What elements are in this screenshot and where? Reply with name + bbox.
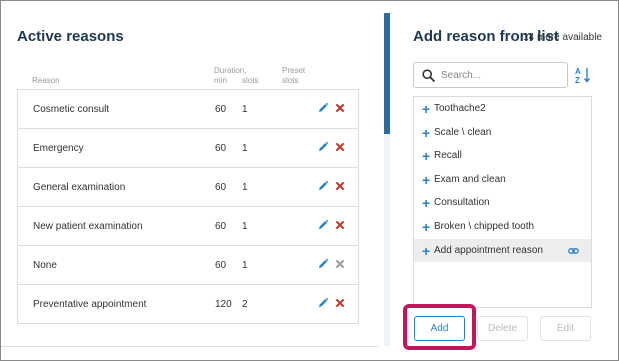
reason-duration-min: 60 bbox=[215, 221, 227, 232]
delete-x-icon[interactable] bbox=[334, 141, 346, 153]
active-reasons-table: Cosmetic consult 60 1 Emergency 60 1 General e… bbox=[17, 89, 359, 324]
pencil-icon[interactable] bbox=[317, 141, 329, 153]
pencil-icon[interactable] bbox=[317, 219, 329, 231]
reason-slots: 1 bbox=[242, 221, 248, 232]
delete-x-icon[interactable] bbox=[334, 258, 346, 270]
delete-x-icon[interactable] bbox=[334, 219, 346, 231]
active-reasons-title: Active reasons bbox=[17, 28, 124, 45]
delete-button[interactable]: Delete bbox=[477, 316, 528, 341]
reason-slots: 1 bbox=[242, 104, 248, 115]
plus-icon[interactable]: + bbox=[422, 196, 430, 210]
list-item[interactable]: + Toothache2 bbox=[414, 97, 591, 121]
reason-slots: 1 bbox=[242, 260, 248, 271]
delete-x-icon[interactable] bbox=[334, 102, 346, 114]
list-item[interactable]: + Scale \ clean bbox=[414, 121, 591, 145]
list-item-label: Recall bbox=[434, 150, 462, 162]
table-row[interactable]: Cosmetic consult 60 1 bbox=[18, 90, 358, 129]
add-reason-title: Add reason from list bbox=[413, 28, 559, 45]
column-header-preset-slots: slots bbox=[282, 76, 299, 85]
table-row[interactable]: None 60 1 bbox=[18, 246, 358, 285]
table-row[interactable]: New patient examination 60 1 bbox=[18, 207, 358, 246]
list-item-label: Add appointment reason bbox=[434, 244, 543, 256]
plus-icon[interactable]: + bbox=[422, 126, 430, 140]
pencil-icon[interactable] bbox=[317, 297, 329, 309]
plus-icon[interactable]: + bbox=[422, 220, 430, 234]
delete-x-icon[interactable] bbox=[334, 180, 346, 192]
reason-name: None bbox=[33, 260, 57, 271]
column-header-preset: Preset bbox=[282, 66, 306, 75]
search-icon bbox=[422, 69, 435, 82]
reason-slots: 1 bbox=[242, 143, 248, 154]
plus-icon[interactable]: + bbox=[422, 149, 430, 163]
svg-text:Z: Z bbox=[575, 76, 580, 84]
reason-duration-min: 60 bbox=[215, 260, 227, 271]
reason-slots: 2 bbox=[242, 299, 248, 310]
list-item[interactable]: + Add appointment reason bbox=[414, 238, 591, 263]
reason-duration-min: 120 bbox=[215, 299, 232, 310]
reason-name: Cosmetic consult bbox=[33, 104, 110, 115]
divider bbox=[1, 346, 378, 347]
list-item[interactable]: + Recall bbox=[414, 144, 591, 168]
list-item-label: Toothache2 bbox=[434, 103, 486, 114]
reason-list: + Toothache2 + Scale \ clean + Recall + Exam an… bbox=[413, 96, 592, 308]
reason-duration-min: 60 bbox=[215, 182, 227, 193]
table-row[interactable]: Preventative appointment 120 2 bbox=[18, 285, 358, 324]
plus-icon[interactable]: + bbox=[422, 244, 430, 258]
edit-button[interactable]: Edit bbox=[540, 316, 591, 341]
table-row[interactable]: Emergency 60 1 bbox=[18, 129, 358, 168]
reason-name: New patient examination bbox=[33, 221, 143, 232]
pencil-icon[interactable] bbox=[317, 258, 329, 270]
scrollbar-thumb[interactable] bbox=[384, 13, 390, 134]
pencil-icon[interactable] bbox=[317, 102, 329, 114]
svg-text:A: A bbox=[575, 67, 581, 76]
reason-name: Preventative appointment bbox=[33, 299, 147, 310]
column-header-min: min bbox=[214, 76, 227, 85]
add-button[interactable]: Add bbox=[414, 316, 465, 341]
reason-duration-min: 60 bbox=[215, 104, 227, 115]
reason-slots: 1 bbox=[242, 182, 248, 193]
link-icon bbox=[568, 247, 579, 254]
pencil-icon[interactable] bbox=[317, 180, 329, 192]
list-item[interactable]: + Exam and clean bbox=[414, 168, 591, 192]
list-item-label: Consultation bbox=[434, 197, 490, 209]
plus-icon[interactable]: + bbox=[422, 102, 430, 116]
search-box[interactable] bbox=[413, 62, 568, 88]
reason-name: General examination bbox=[33, 182, 126, 193]
delete-x-icon[interactable] bbox=[334, 297, 346, 309]
column-header-duration: Duration, bbox=[214, 66, 247, 75]
list-item-label: Broken \ chipped tooth bbox=[434, 220, 535, 232]
list-item[interactable]: + Broken \ chipped tooth bbox=[414, 215, 591, 239]
list-item[interactable]: + Consultation bbox=[414, 191, 591, 215]
plus-icon[interactable]: + bbox=[422, 173, 430, 187]
reason-name: Emergency bbox=[33, 143, 84, 154]
table-row[interactable]: General examination 60 1 bbox=[18, 168, 358, 207]
column-header-reason: Reason bbox=[32, 76, 60, 85]
sort-alpha-icon[interactable]: A Z bbox=[575, 66, 591, 84]
list-item-label: Scale \ clean bbox=[434, 126, 492, 138]
list-item-label: Exam and clean bbox=[434, 173, 506, 185]
reason-duration-min: 60 bbox=[215, 143, 227, 154]
search-input[interactable] bbox=[441, 66, 563, 84]
column-header-slots: slots bbox=[242, 76, 259, 85]
